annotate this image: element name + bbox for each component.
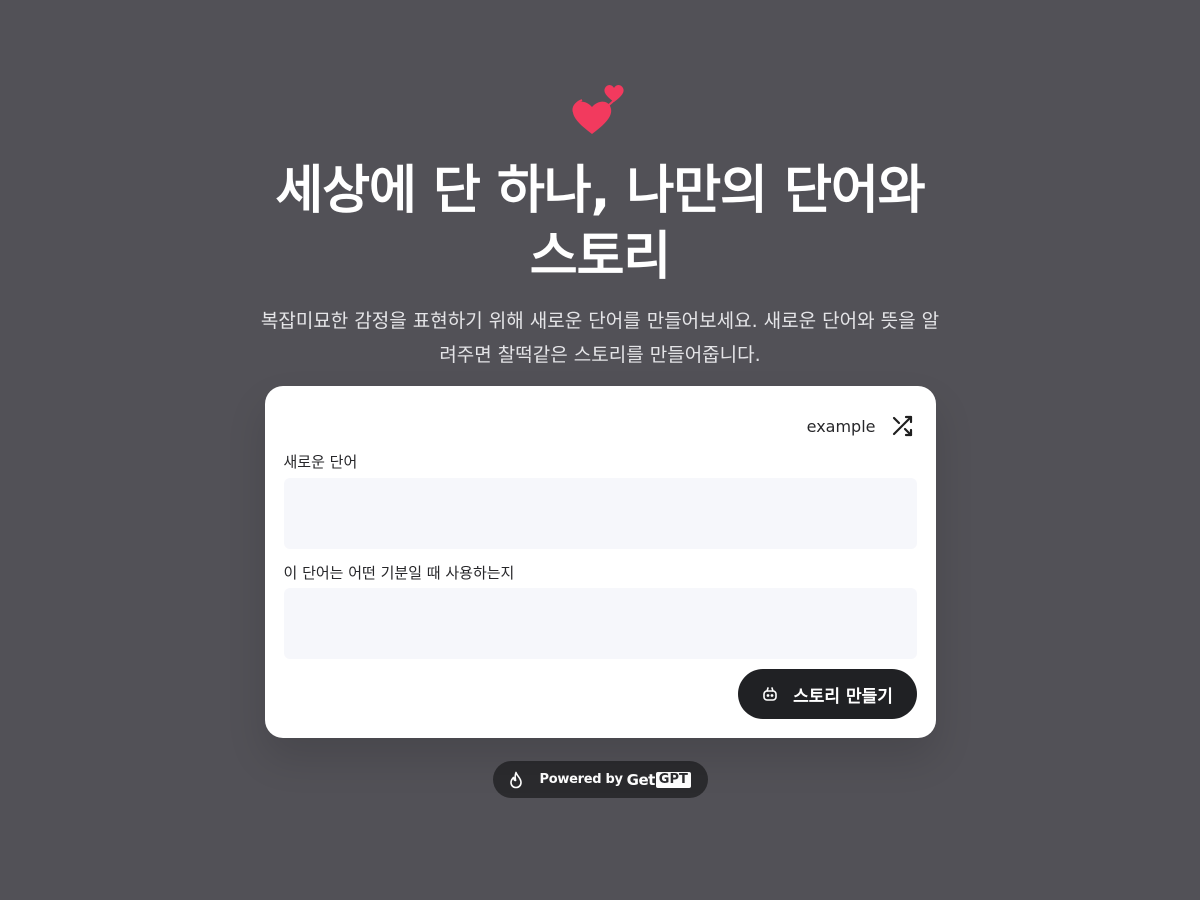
powered-by-badge[interactable]: Powered by Get GPT bbox=[492, 761, 708, 798]
shuffle-icon bbox=[892, 415, 912, 437]
powered-by-label: Powered by bbox=[539, 772, 623, 787]
robot-icon bbox=[763, 687, 777, 701]
brand-gpt: GPT bbox=[655, 771, 691, 788]
usage-input[interactable] bbox=[283, 588, 917, 659]
new-word-input[interactable] bbox=[283, 478, 917, 549]
brand-get: Get bbox=[626, 770, 656, 789]
flame-icon bbox=[509, 771, 522, 788]
create-story-label: 스토리 만들기 bbox=[793, 686, 893, 707]
page: 세상에 단 하나, 나만의 단어와 스토리 복잡미묘한 감정을 표현하기 위해 … bbox=[0, 0, 1200, 900]
example-button[interactable]: example bbox=[807, 414, 914, 438]
page-title: 세상에 단 하나, 나만의 단어와 스토리 bbox=[275, 161, 925, 287]
example-label: example bbox=[806, 416, 876, 436]
story-form-card: example 새로운 단어 이 단어는 어떤 기분일 때 사용하는지 스토리 … bbox=[264, 386, 936, 738]
new-word-label: 새로운 단어 bbox=[283, 453, 358, 471]
create-story-button[interactable]: 스토리 만들기 bbox=[737, 669, 917, 719]
usage-label: 이 단어는 어떤 기분일 때 사용하는지 bbox=[283, 564, 515, 582]
page-subtitle: 복잡미묘한 감정을 표현하기 위해 새로운 단어를 만들어보세요. 새로운 단어… bbox=[260, 310, 940, 366]
hearts-icon bbox=[572, 85, 624, 134]
